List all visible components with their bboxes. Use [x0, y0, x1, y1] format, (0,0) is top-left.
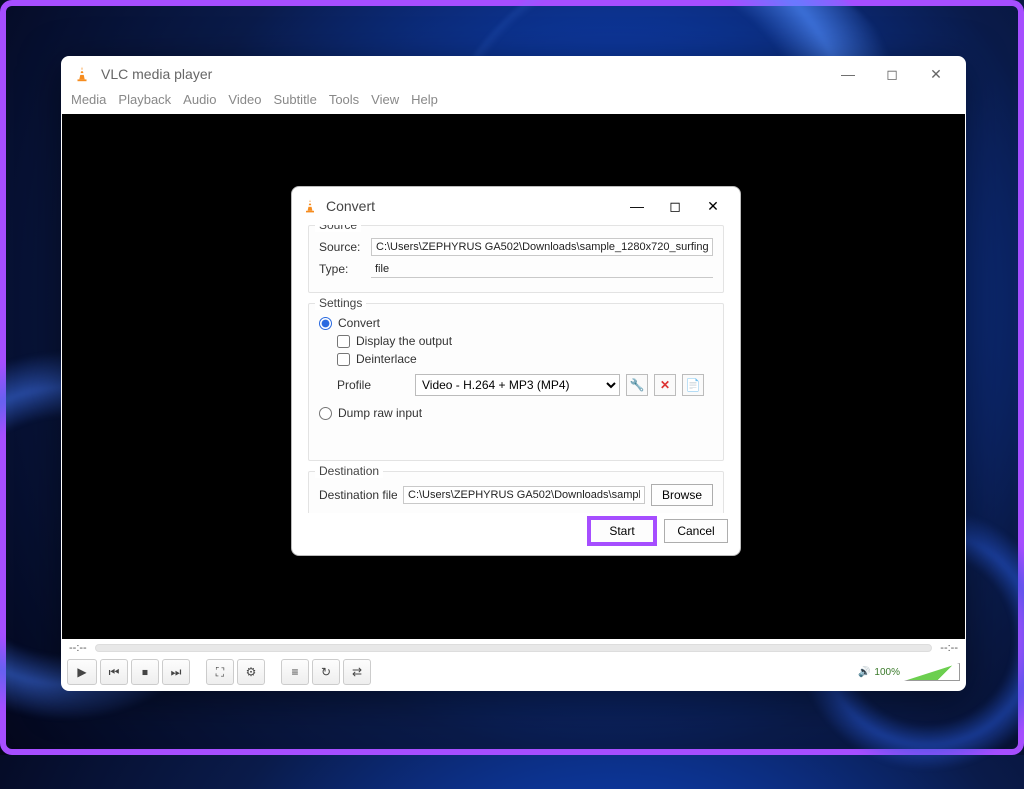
- shuffle-button[interactable]: ⇄: [343, 659, 371, 685]
- dialog-minimize-button[interactable]: —: [618, 192, 656, 220]
- dump-raw-radio[interactable]: [319, 407, 332, 420]
- destination-group: Destination Destination file: Browse: [308, 471, 724, 513]
- seekbar[interactable]: [95, 644, 933, 652]
- delete-icon: ✕: [660, 378, 670, 392]
- destination-label: Destination file:: [319, 488, 397, 502]
- volume-control[interactable]: 🔊 100%: [858, 663, 960, 681]
- dialog-close-button[interactable]: ✕: [694, 192, 732, 220]
- type-input[interactable]: [371, 260, 713, 278]
- seekbar-row: --:-- --:--: [61, 639, 966, 657]
- settings-legend: Settings: [315, 296, 366, 310]
- source-label: Source:: [319, 240, 365, 254]
- close-button[interactable]: ✕: [914, 59, 958, 89]
- new-icon: 📄: [686, 378, 701, 392]
- new-profile-button[interactable]: 📄: [682, 374, 704, 396]
- loop-icon: ↻: [321, 665, 331, 679]
- profile-select[interactable]: Video - H.264 + MP3 (MP4): [415, 374, 620, 396]
- type-label: Type:: [319, 262, 365, 276]
- fullscreen-icon: ⛶: [216, 665, 224, 680]
- extended-settings-button[interactable]: ⚙: [237, 659, 265, 685]
- deinterlace-checkbox[interactable]: [337, 353, 350, 366]
- convert-radio-label: Convert: [338, 316, 380, 330]
- play-icon: ▶: [77, 665, 86, 679]
- stop-button[interactable]: ⏹: [131, 659, 159, 685]
- menubar: Media Playback Audio Video Subtitle Tool…: [61, 92, 966, 114]
- vlc-cone-icon: [302, 198, 318, 214]
- fullscreen-button[interactable]: ⛶: [206, 659, 234, 685]
- source-input[interactable]: [371, 238, 713, 256]
- vlc-cone-icon: [73, 65, 91, 83]
- destination-input[interactable]: [403, 486, 645, 504]
- window-buttons: — ◻ ✕: [826, 59, 958, 89]
- settings-icon: ⚙: [246, 665, 257, 679]
- menu-help[interactable]: Help: [407, 92, 442, 114]
- display-output-checkbox[interactable]: [337, 335, 350, 348]
- shuffle-icon: ⇄: [352, 665, 362, 679]
- playlist-button[interactable]: ≡: [281, 659, 309, 685]
- settings-group: Settings Convert Display the output Dein…: [308, 303, 724, 461]
- minimize-button[interactable]: —: [826, 59, 870, 89]
- wrench-icon: 🔧: [630, 378, 645, 392]
- profile-label: Profile: [337, 378, 409, 392]
- source-group: Source Source: Type:: [308, 225, 724, 293]
- menu-playback[interactable]: Playback: [114, 92, 175, 114]
- convert-dialog: Convert — ◻ ✕ Source Source: Type: Setti…: [291, 186, 741, 556]
- time-elapsed: --:--: [69, 642, 87, 654]
- menu-audio[interactable]: Audio: [179, 92, 220, 114]
- next-button[interactable]: ⏭: [162, 659, 190, 685]
- delete-profile-button[interactable]: ✕: [654, 374, 676, 396]
- playlist-icon: ≡: [291, 665, 298, 679]
- next-icon: ⏭: [171, 665, 182, 680]
- cancel-button[interactable]: Cancel: [664, 519, 728, 543]
- loop-button[interactable]: ↻: [312, 659, 340, 685]
- browse-button[interactable]: Browse: [651, 484, 713, 506]
- dialog-title: Convert: [326, 198, 375, 214]
- dialog-footer: Start Cancel: [292, 513, 740, 555]
- play-button[interactable]: ▶: [67, 659, 97, 685]
- menu-media[interactable]: Media: [67, 92, 110, 114]
- dialog-titlebar[interactable]: Convert — ◻ ✕: [292, 187, 740, 225]
- window-title: VLC media player: [101, 66, 212, 82]
- prev-icon: ⏮: [109, 665, 120, 680]
- dialog-window-buttons: — ◻ ✕: [618, 192, 732, 220]
- source-legend: Source: [315, 225, 361, 232]
- dialog-maximize-button[interactable]: ◻: [656, 192, 694, 220]
- destination-legend: Destination: [315, 464, 383, 478]
- dialog-body: Source Source: Type: Settings Convert Di…: [292, 225, 740, 513]
- display-output-label: Display the output: [356, 334, 452, 348]
- speaker-icon: 🔊: [858, 667, 870, 678]
- start-button[interactable]: Start: [590, 519, 654, 543]
- edit-profile-button[interactable]: 🔧: [626, 374, 648, 396]
- dump-raw-label: Dump raw input: [338, 406, 422, 420]
- deinterlace-label: Deinterlace: [356, 352, 417, 366]
- player-controls: ▶ ⏮ ⏹ ⏭ ⛶ ⚙ ≡ ↻ ⇄ 🔊 100%: [61, 657, 966, 691]
- menu-video[interactable]: Video: [224, 92, 265, 114]
- volume-percent: 100%: [874, 667, 900, 678]
- menu-view[interactable]: View: [367, 92, 403, 114]
- titlebar[interactable]: VLC media player — ◻ ✕: [61, 56, 966, 92]
- volume-slider[interactable]: [904, 663, 960, 681]
- menu-tools[interactable]: Tools: [325, 92, 363, 114]
- stop-icon: ⏹: [142, 665, 148, 680]
- convert-radio[interactable]: [319, 317, 332, 330]
- previous-button[interactable]: ⏮: [100, 659, 128, 685]
- maximize-button[interactable]: ◻: [870, 59, 914, 89]
- menu-subtitle[interactable]: Subtitle: [269, 92, 320, 114]
- time-total: --:--: [940, 642, 958, 654]
